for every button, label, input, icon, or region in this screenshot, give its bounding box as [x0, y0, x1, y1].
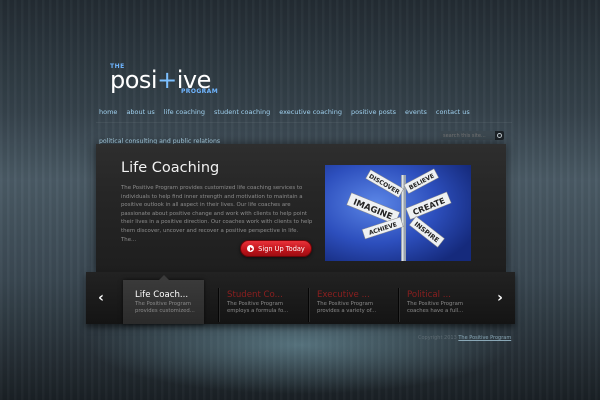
carousel-item-title: Student Co...	[227, 290, 283, 300]
nav-item-home[interactable]: home	[99, 108, 117, 116]
nav-item-positive-posts[interactable]: positive posts	[351, 108, 396, 116]
carousel-item-student-coaching[interactable]: Student Co... The Positive Program emplo…	[215, 280, 297, 324]
main-navigation: home about us life coaching student coac…	[99, 108, 470, 116]
search-input[interactable]	[440, 131, 495, 140]
logo-program-text: PROGRAM	[181, 88, 219, 95]
carousel-item-desc: The Positive Program coaches have a full…	[407, 301, 464, 314]
signpost-image: DISCOVER BELIEVE IMAGINE CREATE ACHIEVE …	[325, 165, 471, 261]
slide-description: The Positive Program provides customized…	[121, 185, 313, 243]
slide-title: Life Coaching	[121, 160, 220, 176]
copyright-owner-link[interactable]: The Positive Program	[458, 335, 511, 341]
nav-item-events[interactable]: events	[405, 108, 427, 116]
copyright-prefix: Copyright 2013	[418, 335, 457, 341]
site-logo[interactable]: THE posi+ive PROGRAM	[110, 62, 230, 98]
nav-item-executive-coaching[interactable]: executive coaching	[279, 108, 342, 116]
carousel-item-title: Executive ...	[317, 290, 370, 300]
slide-carousel: ‹ Life Coach... The Positive Program pro…	[86, 272, 515, 324]
carousel-item-desc: The Positive Program provides a variety …	[317, 301, 377, 314]
sign-up-button-label: Sign Up Today	[258, 244, 305, 253]
carousel-next-arrow-icon[interactable]: ›	[485, 272, 515, 324]
carousel-item-desc: The Positive Program provides customized…	[135, 301, 195, 314]
play-arrow-icon	[247, 245, 255, 252]
search-box	[440, 131, 504, 140]
logo-word-part1: posi	[110, 66, 158, 94]
carousel-item-life-coaching[interactable]: Life Coach... The Positive Program provi…	[123, 275, 204, 324]
carousel-item-political[interactable]: Political ... The Positive Program coach…	[395, 280, 477, 324]
footer-copyright: Copyright 2013 The Positive Program	[418, 335, 511, 341]
carousel-prev-arrow-icon[interactable]: ‹	[86, 272, 116, 324]
sign-up-button[interactable]: Sign Up Today	[240, 240, 312, 257]
search-icon[interactable]	[495, 131, 504, 140]
logo-plus-glyph: +	[157, 66, 177, 94]
carousel-item-title: Political ...	[407, 290, 451, 300]
nav-divider	[96, 122, 512, 123]
featured-slider: Life Coaching The Positive Program provi…	[96, 144, 506, 272]
carousel-item-desc: The Positive Program employs a formula f…	[227, 301, 289, 314]
nav-item-student-coaching[interactable]: student coaching	[214, 108, 270, 116]
carousel-item-executive-coaching[interactable]: Executive ... The Positive Program provi…	[305, 280, 387, 324]
nav-item-life-coaching[interactable]: life coaching	[164, 108, 205, 116]
nav-item-about-us[interactable]: about us	[126, 108, 154, 116]
carousel-item-title: Life Coach...	[135, 290, 189, 300]
nav-item-contact-us[interactable]: contact us	[436, 108, 470, 116]
